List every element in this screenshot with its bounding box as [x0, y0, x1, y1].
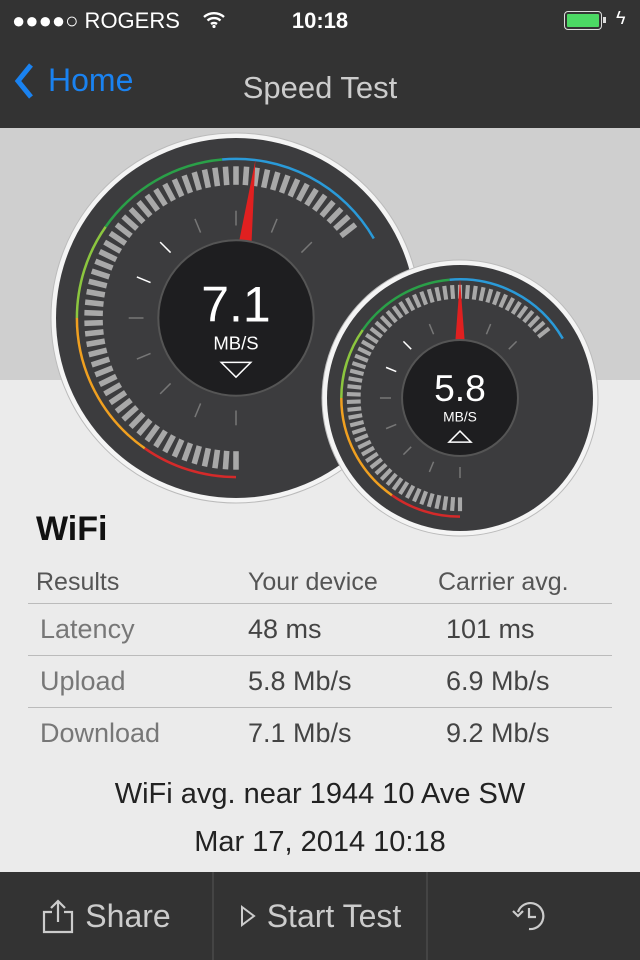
start-test-button[interactable]: Start Test — [214, 872, 428, 960]
scale-tick — [251, 167, 260, 187]
upload-value: 5.8 — [434, 367, 486, 409]
scale-tick — [348, 413, 363, 420]
share-icon — [43, 899, 74, 934]
location-text: WiFi avg. near 1944 10 Ave SW — [114, 778, 526, 810]
clock: 10:18 — [291, 8, 349, 33]
device-value: 48 ms — [248, 603, 438, 656]
test-datetime: Mar 17, 2014 10:18 — [194, 826, 446, 858]
row-label: Download — [40, 717, 161, 748]
scale-tick — [212, 449, 221, 469]
scale-tick — [442, 496, 449, 511]
download-unit: MB/S — [213, 332, 258, 353]
scale-tick — [450, 284, 456, 300]
history-button[interactable] — [428, 872, 640, 960]
scale-tick — [212, 167, 221, 187]
device-value: 5.8 Mb/s — [248, 655, 438, 708]
scale-tick — [478, 286, 486, 302]
scale-tick — [222, 166, 230, 186]
network-type: WiFi — [36, 510, 108, 548]
scale-tick — [442, 285, 449, 300]
scale-tick — [84, 309, 103, 317]
scale-tick — [84, 299, 104, 307]
row-label: Latency — [28, 603, 248, 656]
table-row: Upload 5.8 Mb/s 6.9 Mb/s — [28, 655, 612, 708]
scale-tick — [84, 319, 103, 327]
table-header: Results Your device Carrier avg. — [28, 562, 612, 604]
scale-tick — [222, 450, 230, 470]
share-label: Share — [85, 897, 171, 934]
scale-tick — [86, 338, 106, 348]
speed-gauges: 7.1MB/S5.8MB/S — [50, 132, 599, 537]
scale-tick — [347, 406, 362, 412]
start-test-label: Start Test — [266, 897, 402, 934]
scale-tick — [347, 384, 362, 390]
scale-tick — [464, 284, 470, 300]
scale-tick — [450, 496, 456, 512]
scale-tick — [201, 169, 212, 189]
scale-tick — [260, 169, 271, 189]
nav-bar: Home Speed Test — [0, 40, 640, 128]
download-value: 7.1 — [201, 277, 270, 333]
toolbar: Share Start Test — [0, 872, 640, 960]
history-icon — [512, 902, 545, 931]
carrier-value: 6.9 Mb/s — [438, 655, 612, 708]
battery-icon — [564, 11, 606, 30]
scale-tick — [348, 376, 363, 383]
row-label: Upload — [28, 655, 248, 708]
col-device: Your device — [248, 562, 438, 604]
charging-icon: ϟ — [616, 8, 626, 28]
device-value: 7.1 Mb/s — [248, 717, 352, 748]
scale-tick — [242, 166, 250, 186]
carrier-value: 101 ms — [438, 603, 612, 656]
scale-tick — [86, 288, 106, 298]
scale-tick — [84, 329, 104, 337]
share-button[interactable]: Share — [0, 872, 214, 960]
table-row: Latency 48 ms 101 ms — [28, 603, 612, 656]
page-title: Speed Test — [242, 70, 398, 105]
scale-tick — [434, 286, 442, 302]
status-bar: ●●●●○ ROGERS 10:18 ϟ — [0, 0, 640, 40]
scale-tick — [471, 285, 478, 300]
upload-unit: MB/S — [443, 409, 477, 424]
table-row: Download 7.1 Mb/s 9.2 Mb/s — [28, 707, 612, 759]
col-carrier: Carrier avg. — [438, 562, 612, 604]
col-results: Results — [28, 562, 248, 604]
play-icon — [240, 905, 256, 927]
carrier-value: 9.2 Mb/s — [446, 717, 550, 748]
results-table: Results Your device Carrier avg. Latency 48… — [28, 562, 612, 759]
scale-tick — [201, 447, 212, 467]
scale-tick — [434, 494, 442, 510]
